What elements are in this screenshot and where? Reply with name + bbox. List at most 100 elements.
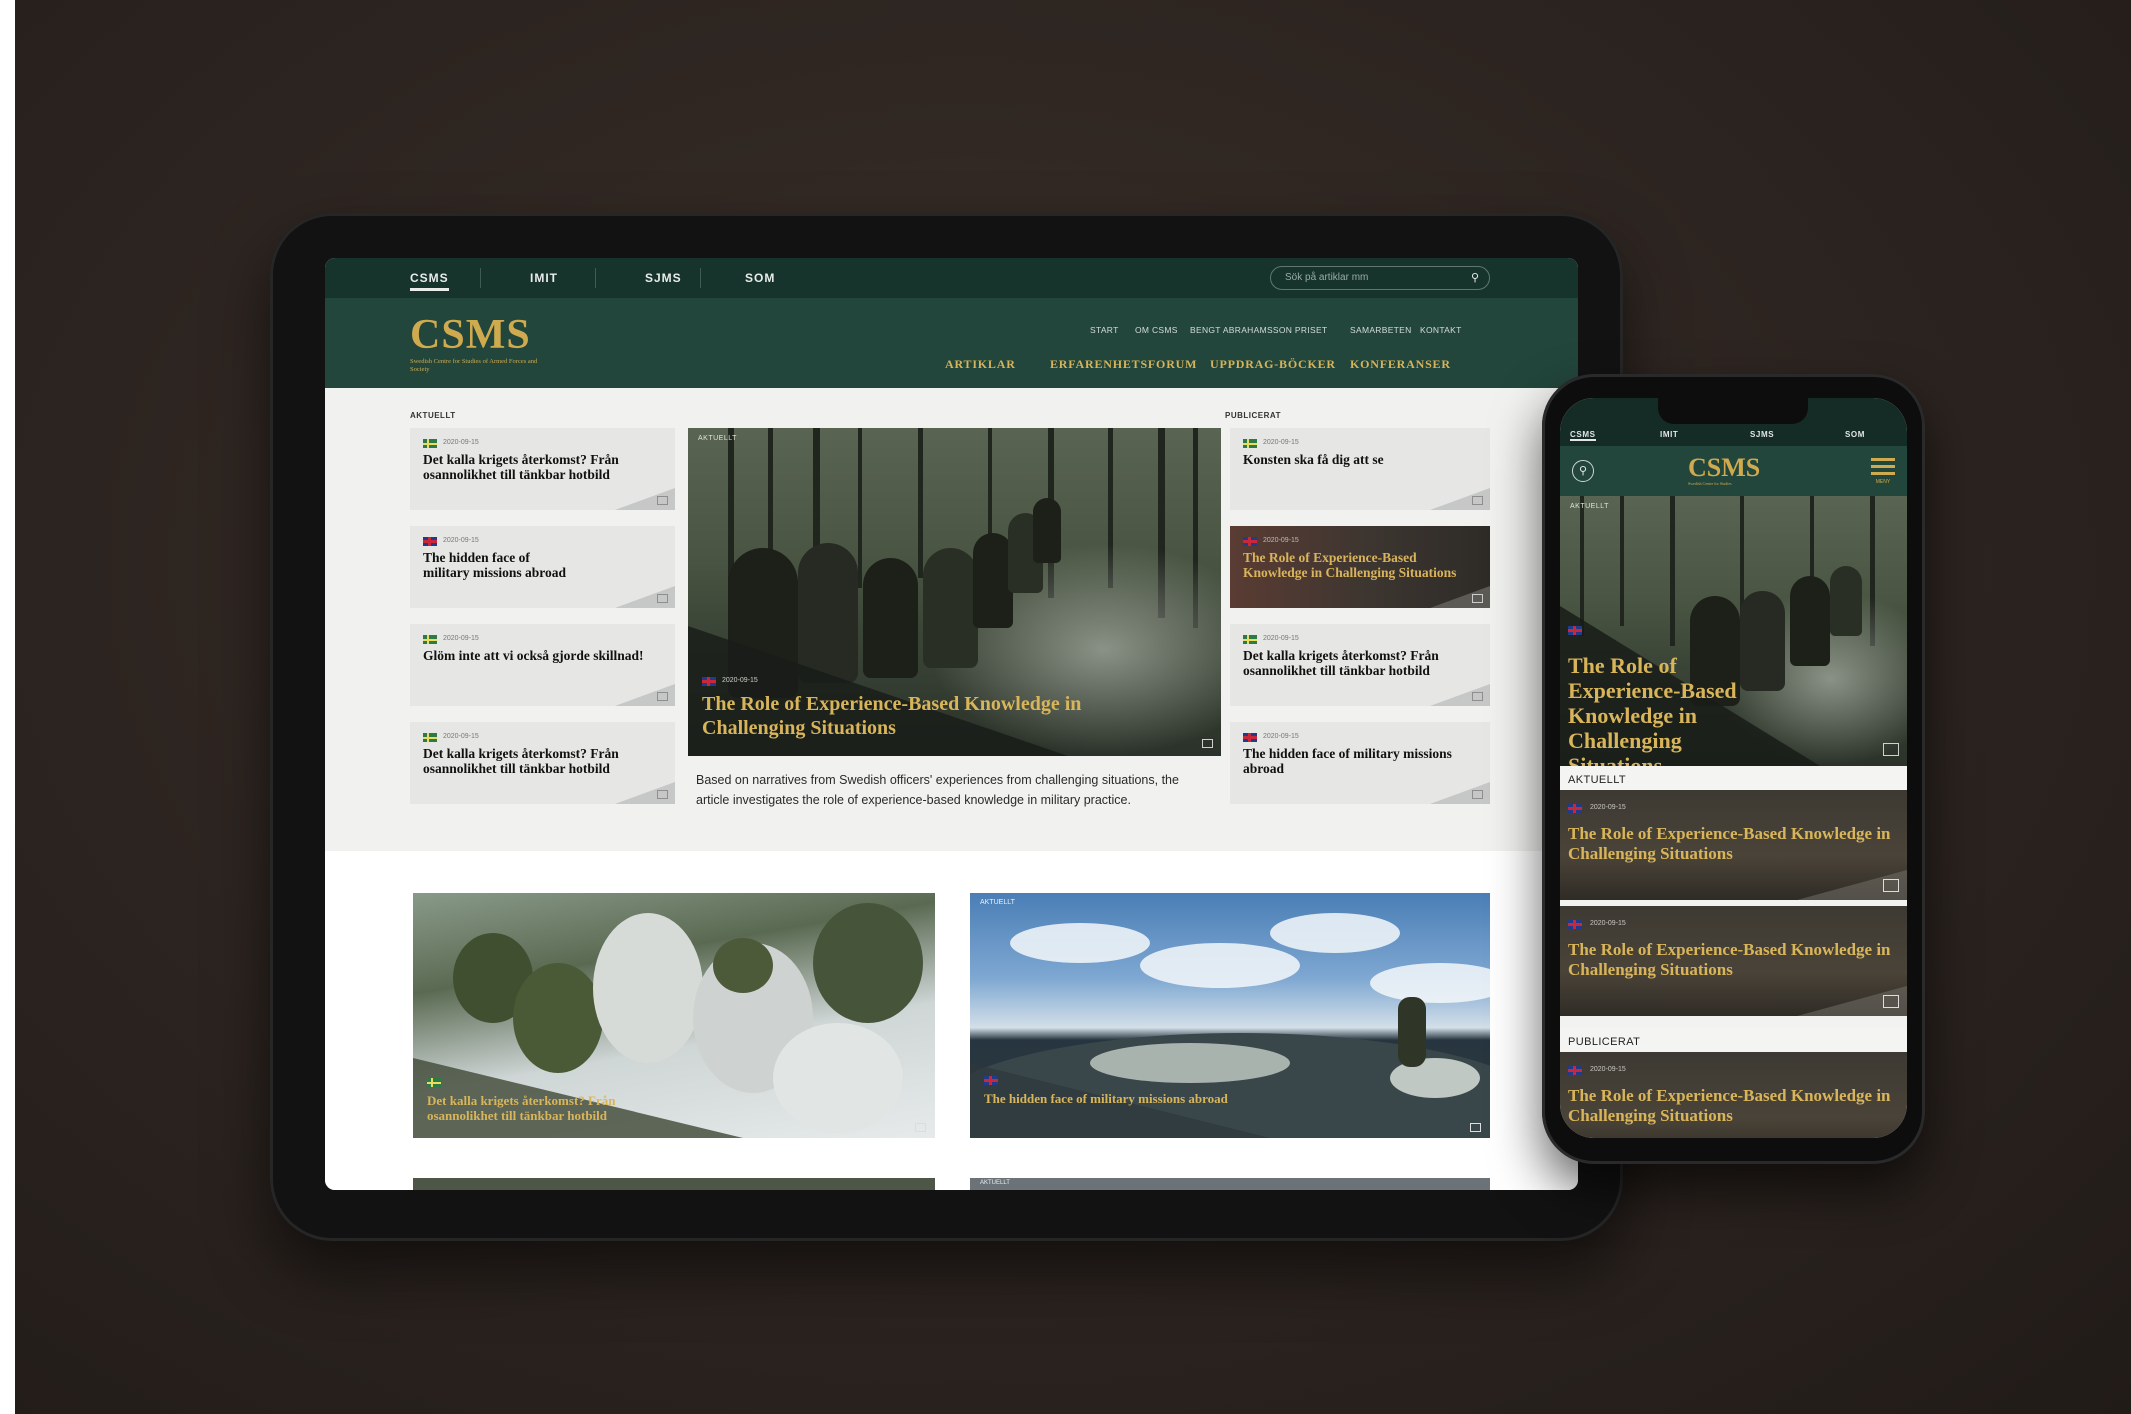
nav-link-prize[interactable]: BENGT ABRAHAMSSON PRISET [1190, 325, 1327, 335]
article-title: The Role of Experience-Based Knowledge i… [1568, 940, 1891, 979]
cloud [1370, 963, 1490, 1003]
uk-flag-icon [1243, 733, 1257, 742]
nav-link-samarbeten[interactable]: SAMARBETEN [1350, 325, 1412, 335]
article-card[interactable]: 2020-09-15 The hidden face of military m… [410, 526, 675, 608]
article-type-icon [1472, 594, 1483, 603]
soldier-silhouette [1033, 498, 1061, 563]
featured-article-hero[interactable]: AKTUELLT 2020-09-15 The Role of Experien… [688, 428, 1221, 756]
featured-article-hero[interactable]: AKTUELLT The Role of Experience-Based Kn… [1560, 496, 1907, 766]
hero-tag: AKTUELLT [698, 435, 737, 442]
article-card[interactable]: 2020-09-15 Det kalla krigets återkomst? … [410, 428, 675, 510]
nav-item-artiklar[interactable]: ARTIKLAR [945, 357, 1016, 372]
tablet-screen: CSMS IMIT SJMS SOM Sök på artiklar mm ⚲ … [325, 258, 1578, 1190]
cloud [1270, 913, 1400, 953]
article-card[interactable]: 2020-09-15 The hidden face of military m… [1230, 722, 1490, 804]
cloud [1010, 923, 1150, 963]
section-label-publicerat: PUBLICERAT [1560, 1028, 1907, 1052]
site-link-imit[interactable]: IMIT [1660, 430, 1678, 439]
article-title: The hidden face of military missions abr… [423, 550, 567, 580]
site-link-som[interactable]: SOM [1845, 430, 1865, 439]
swedish-flag-icon [423, 439, 437, 448]
site-link-csms[interactable]: CSMS [1570, 430, 1596, 441]
site-switcher-bar: CSMS IMIT SJMS SOM Sök på artiklar mm ⚲ [325, 258, 1578, 298]
uk-flag-icon [1243, 537, 1257, 546]
article-type-icon [1472, 692, 1483, 701]
next-article-card-edge[interactable] [413, 1178, 935, 1190]
divider [700, 268, 701, 288]
uk-flag-icon [423, 537, 437, 546]
site-link-sjms[interactable]: SJMS [1750, 430, 1774, 439]
article-title: Det kalla krigets återkomst? Från osanno… [1243, 648, 1439, 678]
logo-subtitle: Swedish Centre for Studies of Armed Forc… [410, 358, 538, 373]
nav-item-konferanser[interactable]: KONFERANSER [1350, 357, 1451, 372]
divider [480, 268, 481, 288]
article-title: Glöm inte att vi också gjorde skillnad! [423, 648, 644, 663]
section-label-aktuellt: AKTUELLT [410, 411, 456, 420]
article-title: The hidden face of military missions abr… [1243, 746, 1452, 776]
article-date: 2020-09-15 [1263, 635, 1299, 642]
search-icon[interactable]: ⚲ [1572, 460, 1594, 482]
article-card[interactable]: 2020-09-15 Det kalla krigets återkomst? … [410, 722, 675, 804]
article-date: 2020-09-15 [443, 439, 479, 446]
nav-link-om-csms[interactable]: OM CSMS [1135, 325, 1178, 335]
divider [595, 268, 596, 288]
article-title: Konsten ska få dig att se [1243, 452, 1384, 467]
search-input[interactable]: Sök på artiklar mm ⚲ [1270, 266, 1490, 290]
article-date: 2020-09-15 [1590, 1066, 1626, 1073]
logo-text: CSMS [410, 312, 531, 358]
article-card[interactable]: 2020-09-15 Glöm inte att vi också gjorde… [410, 624, 675, 706]
article-type-icon [1883, 879, 1899, 892]
hero-title[interactable]: The Role of Experience-Based Knowledge i… [702, 692, 1102, 740]
hero-title[interactable]: The Role of Experience-Based Knowledge i… [1568, 653, 1768, 766]
uk-flag-icon [1568, 626, 1582, 635]
site-link-sjms[interactable]: SJMS [645, 271, 682, 285]
article-date: 2020-09-15 [443, 537, 479, 544]
csms-logo[interactable]: CSMS Swedish Centre for Studies [1688, 455, 1760, 487]
swedish-flag-icon [427, 1078, 441, 1087]
tablet-device: CSMS IMIT SJMS SOM Sök på artiklar mm ⚲ … [270, 213, 1623, 1241]
article-type-icon [657, 594, 668, 603]
article-type-icon [657, 692, 668, 701]
article-card[interactable]: 2020-09-15 Konsten ska få dig att se [1230, 428, 1490, 510]
article-card-large[interactable]: Det kalla krigets återkomst? Från osanno… [413, 893, 935, 1138]
site-header: CSMS Swedish Centre for Studies of Armed… [325, 298, 1578, 388]
next-article-card-edge[interactable]: AKTUELLT [970, 1178, 1490, 1190]
site-link-imit[interactable]: IMIT [530, 271, 558, 285]
article-title: Det kalla krigets återkomst? Från osanno… [423, 452, 619, 482]
article-type-icon [1470, 1123, 1481, 1132]
search-placeholder: Sök på artiklar mm [1285, 272, 1369, 283]
uk-flag-icon [1568, 920, 1582, 929]
phone-screen: CSMS IMIT SJMS SOM ⚲ CSMS Swedish Centre… [1560, 398, 1907, 1138]
menu-bar [1871, 465, 1895, 468]
nav-item-erfarenhetsforum[interactable]: ERFARENHETSFORUM [1050, 357, 1197, 372]
article-card-featured[interactable]: 2020-09-15 The Role of Experience-Based … [1230, 526, 1490, 608]
article-title: The Role of Experience-Based Knowledge i… [1568, 824, 1891, 863]
swedish-flag-icon [423, 733, 437, 742]
site-link-som[interactable]: SOM [745, 271, 775, 285]
menu-label: MENY [1875, 479, 1891, 485]
csms-logo[interactable]: CSMS Swedish Centre for Studies of Armed… [410, 314, 550, 374]
article-card[interactable]: 2020-09-15 The Role of Experience-Based … [1560, 1052, 1907, 1138]
article-card[interactable]: 2020-09-15 The Role of Experience-Based … [1560, 906, 1907, 1016]
hiker-silhouette [1398, 997, 1426, 1067]
nav-item-uppdrag-bocker[interactable]: UPPDRAG-BÖCKER [1210, 357, 1336, 372]
article-title: The hidden face of military missions abr… [984, 1091, 1228, 1106]
search-icon[interactable]: ⚲ [1471, 271, 1479, 284]
article-card-large[interactable]: AKTUELLT The hidden face of military mis… [970, 893, 1490, 1138]
article-date: 2020-09-15 [1263, 733, 1299, 740]
nav-link-start[interactable]: START [1090, 325, 1119, 335]
menu-bar [1871, 458, 1895, 461]
article-card[interactable]: 2020-09-15 Det kalla krigets återkomst? … [1230, 624, 1490, 706]
site-link-csms[interactable]: CSMS [410, 271, 449, 291]
article-type-icon [657, 496, 668, 505]
article-card[interactable]: 2020-09-15 The Role of Experience-Based … [1560, 790, 1907, 900]
uk-flag-icon [984, 1076, 998, 1085]
soldier-silhouette [1830, 566, 1862, 636]
soldier-silhouette [593, 913, 703, 1063]
phone-device: CSMS IMIT SJMS SOM ⚲ CSMS Swedish Centre… [1542, 374, 1925, 1164]
hamburger-menu-icon[interactable]: MENY [1871, 458, 1895, 485]
article-date: 2020-09-15 [1590, 804, 1626, 811]
nav-link-kontakt[interactable]: KONTAKT [1420, 325, 1462, 335]
soldier-silhouette [813, 903, 923, 1023]
article-date: 2020-09-15 [443, 733, 479, 740]
